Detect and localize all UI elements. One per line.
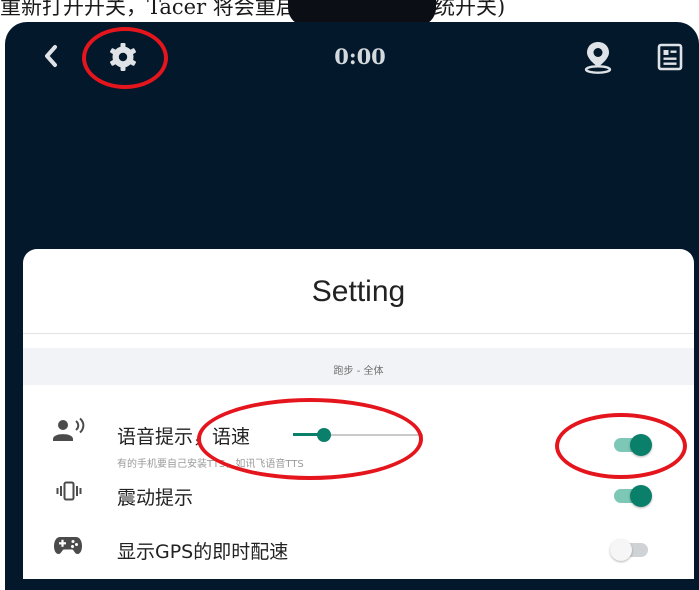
settings-title: Setting [311, 275, 406, 308]
toggle-knob [610, 539, 632, 561]
location-pin-icon[interactable] [583, 40, 613, 74]
title-divider [23, 333, 694, 334]
elapsed-timer: 0:00 [334, 44, 386, 69]
chevron-left-icon[interactable] [39, 42, 63, 70]
speech-rate-slider[interactable] [293, 425, 423, 445]
voice-prompt-toggle[interactable] [610, 434, 652, 456]
voice-prompt-hint: 有的手机要自己安装TTS，如讯飞语音TTS [117, 459, 304, 470]
gps-pace-toggle[interactable] [610, 539, 652, 561]
voice-prompt-label: 语音提示，语速 [117, 426, 251, 448]
gamepad-icon [54, 537, 82, 554]
vibration-icon [56, 481, 82, 501]
voice-icon [53, 417, 85, 441]
toggle-knob [630, 485, 652, 507]
gear-icon[interactable] [108, 42, 138, 72]
gps-pace-label: 显示GPS的即时配速 [117, 541, 289, 563]
slider-thumb[interactable] [317, 428, 331, 442]
toggle-knob [630, 434, 652, 456]
settings-sheet: Setting 跑步 - 全体 语音提示，语速 有的手机要自己安装TTS，如讯飞… [23, 249, 694, 579]
section-label: 跑步 - 全体 [333, 366, 384, 377]
top-bar: 0:00 [5, 22, 699, 92]
vibration-toggle[interactable] [610, 485, 652, 507]
vibration-label: 震动提示 [117, 487, 194, 509]
report-icon[interactable] [657, 43, 683, 71]
